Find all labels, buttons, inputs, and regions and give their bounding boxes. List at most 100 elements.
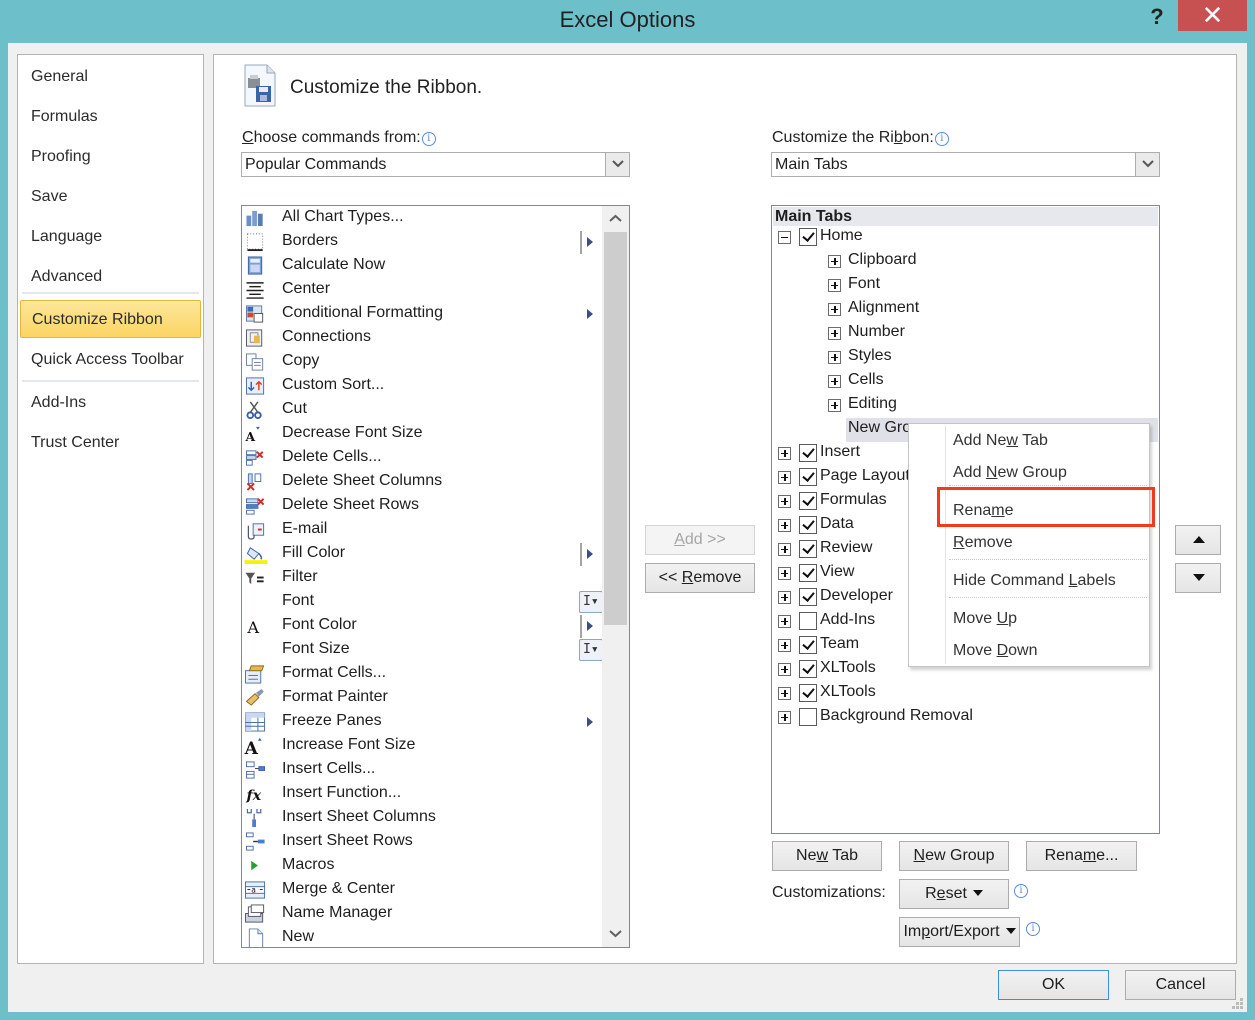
move-up-button[interactable]: [1175, 525, 1221, 555]
tab-checkbox[interactable]: [799, 660, 817, 678]
menu-item-move-up[interactable]: Move Up: [953, 610, 1017, 628]
tab-checkbox[interactable]: [799, 684, 817, 702]
tab-checkbox[interactable]: [799, 228, 817, 246]
menu-item-remove[interactable]: Remove: [953, 534, 1013, 552]
command-item[interactable]: Font I▾: [242, 590, 603, 614]
new-tab-button[interactable]: New Tab: [772, 841, 882, 871]
nav-item-save[interactable]: Save: [31, 188, 67, 206]
expand-icon[interactable]: [828, 375, 841, 388]
chevron-down-icon[interactable]: [1135, 153, 1159, 176]
menu-item-move-down[interactable]: Move Down: [953, 642, 1038, 660]
command-item[interactable]: a Merge & Center: [242, 878, 602, 902]
tab-checkbox[interactable]: [799, 708, 817, 726]
command-item[interactable]: Name Manager: [242, 902, 602, 926]
help-button[interactable]: ?: [1144, 4, 1170, 30]
info-icon[interactable]: i: [421, 132, 436, 146]
new-group-label[interactable]: New Gro: [848, 419, 911, 443]
tab-checkbox[interactable]: [799, 612, 817, 630]
tab-checkbox[interactable]: [799, 516, 817, 534]
expand-icon[interactable]: [778, 447, 791, 460]
expand-icon[interactable]: [778, 639, 791, 652]
add-button[interactable]: Add >>: [645, 525, 755, 555]
tree-node-group[interactable]: Number: [772, 322, 1158, 346]
command-item[interactable]: Font Size I▾: [242, 638, 603, 662]
expand-icon[interactable]: [828, 303, 841, 316]
nav-item-general[interactable]: General: [31, 68, 88, 86]
command-item[interactable]: Conditional Formatting: [242, 302, 602, 326]
expand-icon[interactable]: [828, 351, 841, 364]
command-item[interactable]: A Increase Font Size: [242, 734, 602, 758]
commands-list[interactable]: All Chart Types... Borders Calculate Now Ce…: [241, 205, 630, 948]
tree-node-group[interactable]: Editing: [772, 394, 1158, 418]
nav-item-customize-ribbon[interactable]: Customize Ribbon: [20, 300, 201, 338]
info-icon[interactable]: i: [1014, 884, 1028, 898]
nav-item-quick-access-toolbar[interactable]: Quick Access Toolbar: [31, 351, 184, 369]
tree-node-group[interactable]: Cells: [772, 370, 1158, 394]
nav-item-proofing[interactable]: Proofing: [31, 148, 91, 166]
reset-dropdown-button[interactable]: Reset: [899, 879, 1009, 909]
command-item[interactable]: A Font Color: [242, 614, 602, 638]
command-item[interactable]: Format Painter: [242, 686, 602, 710]
expand-icon[interactable]: [778, 615, 791, 628]
remove-button[interactable]: << Remove: [645, 563, 755, 593]
nav-item-add-ins[interactable]: Add-Ins: [31, 394, 86, 412]
command-item[interactable]: Insert Sheet Columns: [242, 806, 602, 830]
command-item[interactable]: Connections: [242, 326, 602, 350]
expand-icon[interactable]: [828, 279, 841, 292]
tree-node-group[interactable]: Font: [772, 274, 1158, 298]
command-item[interactable]: Delete Sheet Columns: [242, 470, 602, 494]
tab-checkbox[interactable]: [799, 636, 817, 654]
nav-item-formulas[interactable]: Formulas: [31, 108, 98, 126]
cancel-button[interactable]: Cancel: [1125, 970, 1236, 1000]
tab-checkbox[interactable]: [799, 492, 817, 510]
resize-grip-icon[interactable]: [1232, 998, 1244, 1010]
tab-checkbox[interactable]: [799, 540, 817, 558]
menu-item-add-new-tab[interactable]: Add New Tab: [953, 432, 1048, 450]
command-item[interactable]: A Decrease Font Size: [242, 422, 602, 446]
customize-ribbon-dropdown[interactable]: Main Tabs: [771, 152, 1160, 177]
menu-item-hide-command-labels[interactable]: Hide Command Labels: [953, 572, 1116, 590]
tree-node-group[interactable]: Alignment: [772, 298, 1158, 322]
expand-icon[interactable]: [778, 567, 791, 580]
scrollbar-thumb[interactable]: [604, 232, 627, 625]
expand-icon[interactable]: [778, 711, 791, 724]
chevron-down-icon[interactable]: [605, 153, 629, 176]
scroll-down-button[interactable]: [602, 921, 629, 947]
command-item[interactable]: fx Insert Function...: [242, 782, 602, 806]
command-item[interactable]: Cut: [242, 398, 602, 422]
expand-icon[interactable]: [778, 519, 791, 532]
nav-item-advanced[interactable]: Advanced: [31, 268, 102, 286]
command-item[interactable]: Borders: [242, 230, 602, 254]
scroll-up-button[interactable]: [602, 206, 629, 232]
collapse-icon[interactable]: [778, 231, 791, 244]
choose-commands-dropdown[interactable]: Popular Commands: [241, 152, 630, 177]
info-icon[interactable]: i: [934, 132, 949, 146]
tab-checkbox[interactable]: [799, 444, 817, 462]
import-export-dropdown-button[interactable]: Import/Export: [899, 917, 1020, 947]
tree-node-tab[interactable]: XLTools: [772, 682, 1158, 706]
tree-node-home[interactable]: Home: [772, 226, 1158, 250]
command-item[interactable]: Calculate Now: [242, 254, 602, 278]
command-item[interactable]: Custom Sort...: [242, 374, 602, 398]
command-item[interactable]: New: [242, 926, 602, 947]
tree-node-group[interactable]: Clipboard: [772, 250, 1158, 274]
expand-icon[interactable]: [778, 687, 791, 700]
move-down-button[interactable]: [1175, 563, 1221, 593]
expand-icon[interactable]: [828, 255, 841, 268]
command-item[interactable]: Filter: [242, 566, 602, 590]
menu-item-add-new-group[interactable]: Add New Group: [953, 464, 1067, 482]
tree-node-group[interactable]: Styles: [772, 346, 1158, 370]
expand-icon[interactable]: [828, 327, 841, 340]
nav-item-language[interactable]: Language: [31, 228, 102, 246]
command-item[interactable]: Macros: [242, 854, 602, 878]
expand-icon[interactable]: [778, 591, 791, 604]
command-item[interactable]: Freeze Panes: [242, 710, 602, 734]
tab-checkbox[interactable]: [799, 468, 817, 486]
expand-icon[interactable]: [828, 399, 841, 412]
rename-button[interactable]: Rename...: [1026, 841, 1137, 871]
tree-node-tab[interactable]: Background Removal: [772, 706, 1158, 730]
command-item[interactable]: Insert Sheet Rows: [242, 830, 602, 854]
command-item[interactable]: Center: [242, 278, 602, 302]
ok-button[interactable]: OK: [998, 970, 1109, 1000]
command-item[interactable]: Delete Cells...: [242, 446, 602, 470]
